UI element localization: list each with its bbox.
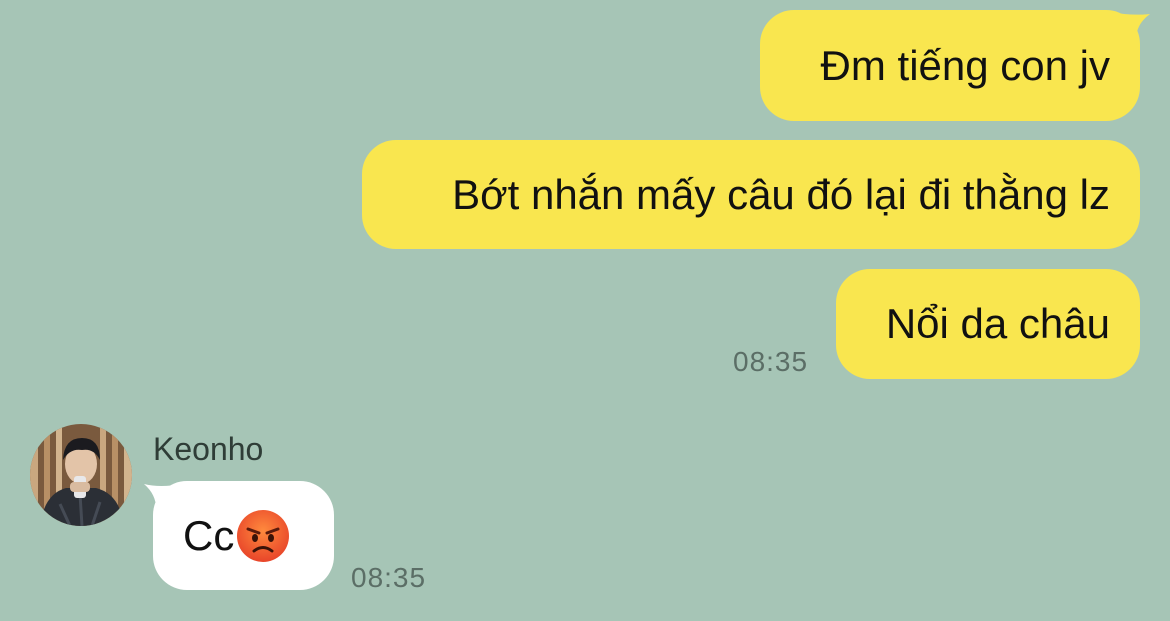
angry-face-emoji-icon	[236, 509, 290, 563]
message-timestamp: 08:35	[733, 346, 809, 377]
outgoing-message[interactable]: Bớt nhắn mấy câu đó lại đi thằng lz	[362, 140, 1140, 249]
message-text: Nổi da châu	[885, 300, 1110, 347]
outgoing-message[interactable]: Nổi da châu	[836, 269, 1140, 379]
outgoing-message[interactable]: Đm tiếng con jv	[760, 10, 1140, 121]
avatar[interactable]	[30, 424, 132, 526]
bubble-tail-icon	[1110, 12, 1150, 40]
sender-name: Keonho	[153, 431, 264, 467]
message-text: Bớt nhắn mấy câu đó lại đi thằng lz	[452, 170, 1110, 218]
incoming-message[interactable]: Cc	[153, 481, 334, 590]
message-text: Cc	[183, 511, 235, 559]
profile-photo-icon	[30, 424, 132, 526]
message-timestamp: 08:35	[351, 562, 427, 593]
message-text: Đm tiếng con jv	[820, 41, 1110, 89]
